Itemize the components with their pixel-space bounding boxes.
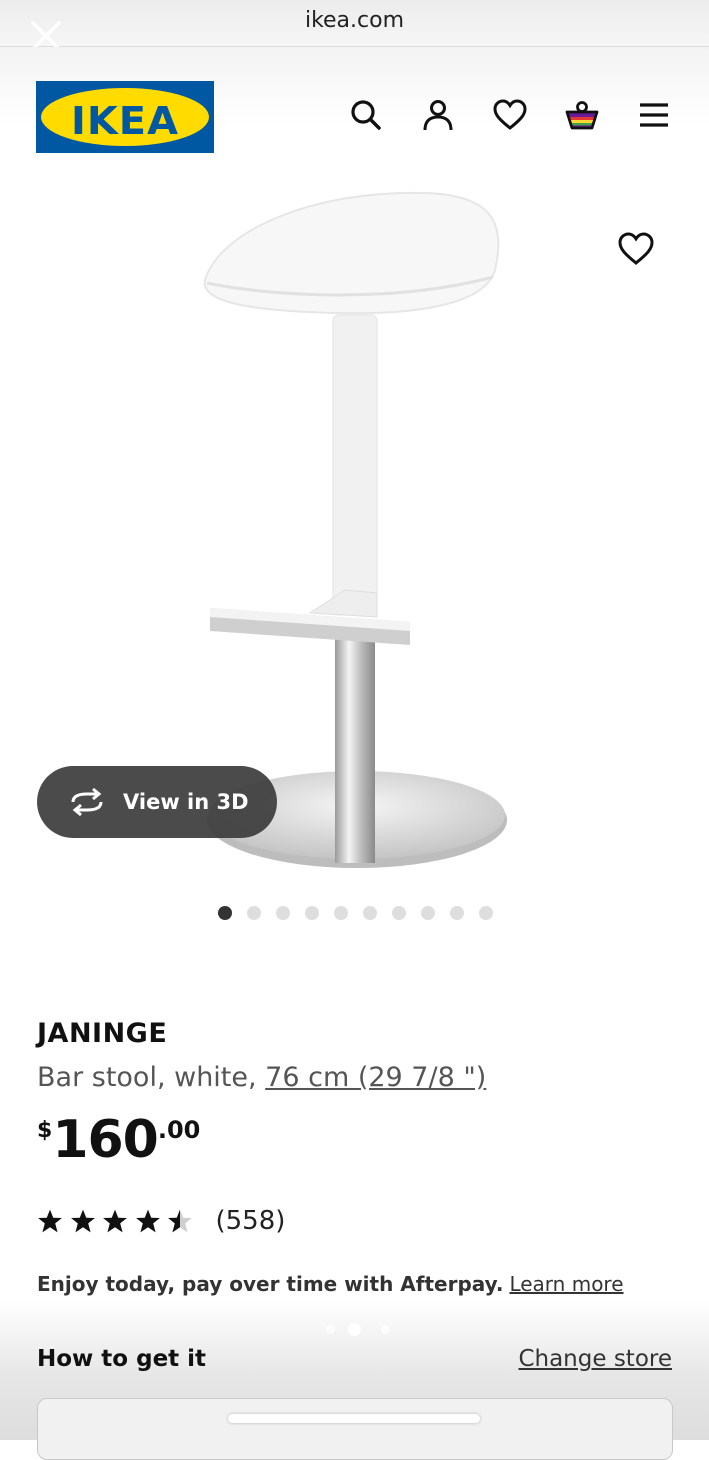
gallery-dot[interactable] — [479, 906, 493, 920]
url-text: ikea.com — [304, 8, 405, 33]
rotate-3d-icon — [71, 787, 103, 817]
product-name: JANINGE — [37, 1018, 168, 1049]
menu-icon[interactable] — [636, 97, 672, 133]
gallery-dot[interactable] — [392, 906, 406, 920]
price-currency: $ — [37, 1118, 53, 1143]
how-to-get-it-title: How to get it — [37, 1346, 207, 1372]
favourites-icon[interactable] — [492, 97, 528, 133]
gallery-dot[interactable] — [218, 906, 232, 920]
overlay-dot-active — [348, 1323, 361, 1336]
gallery-dot[interactable] — [421, 906, 435, 920]
gallery-dot[interactable] — [450, 906, 464, 920]
product-rating[interactable]: (558) — [37, 1206, 285, 1236]
gallery-pagination[interactable] — [218, 906, 493, 920]
cart-icon[interactable] — [564, 97, 600, 133]
product-type: Bar stool, white, — [37, 1062, 266, 1093]
ikea-logo[interactable]: IKEA — [36, 81, 214, 153]
price-main: 160 — [52, 1110, 159, 1170]
afterpay-text: Enjoy today, pay over time with Afterpay… — [37, 1272, 504, 1296]
star-half-icon — [168, 1209, 192, 1233]
price-cents: .00 — [157, 1116, 201, 1144]
gallery-dot[interactable] — [363, 906, 377, 920]
star-icon — [103, 1209, 127, 1233]
overlay-dot — [381, 1325, 390, 1334]
product-price: $160.00 — [37, 1110, 200, 1170]
product-size-link[interactable]: 76 cm (29 7/8 ") — [265, 1062, 486, 1093]
browser-url-bar[interactable]: ikea.com — [0, 0, 709, 51]
view-in-3d-label: View in 3D — [123, 790, 249, 814]
gallery-dot[interactable] — [276, 906, 290, 920]
afterpay-promo: Enjoy today, pay over time with Afterpay… — [37, 1272, 624, 1296]
review-count[interactable]: (558) — [216, 1206, 286, 1236]
star-icon — [70, 1209, 95, 1233]
delivery-option-card[interactable] — [37, 1398, 673, 1460]
account-icon[interactable] — [420, 97, 456, 133]
site-header: IKEA — [0, 47, 709, 177]
gallery-dot[interactable] — [334, 906, 348, 920]
gallery-dot[interactable] — [305, 906, 319, 920]
star-icon — [38, 1209, 62, 1233]
search-icon[interactable] — [348, 97, 384, 133]
overlay-dot — [326, 1325, 335, 1334]
learn-more-link[interactable]: Learn more — [509, 1272, 623, 1296]
view-in-3d-button[interactable]: View in 3D — [37, 766, 277, 838]
gallery-dot[interactable] — [247, 906, 261, 920]
save-to-favourites-icon[interactable] — [617, 230, 655, 268]
change-store-link[interactable]: Change store — [518, 1346, 672, 1372]
logo-text: IKEA — [70, 99, 180, 143]
home-indicator[interactable] — [228, 1414, 480, 1423]
logo-oval: IKEA — [41, 88, 209, 146]
star-icon — [135, 1209, 160, 1233]
product-description: Bar stool, white, 76 cm (29 7/8 ") — [37, 1062, 486, 1093]
